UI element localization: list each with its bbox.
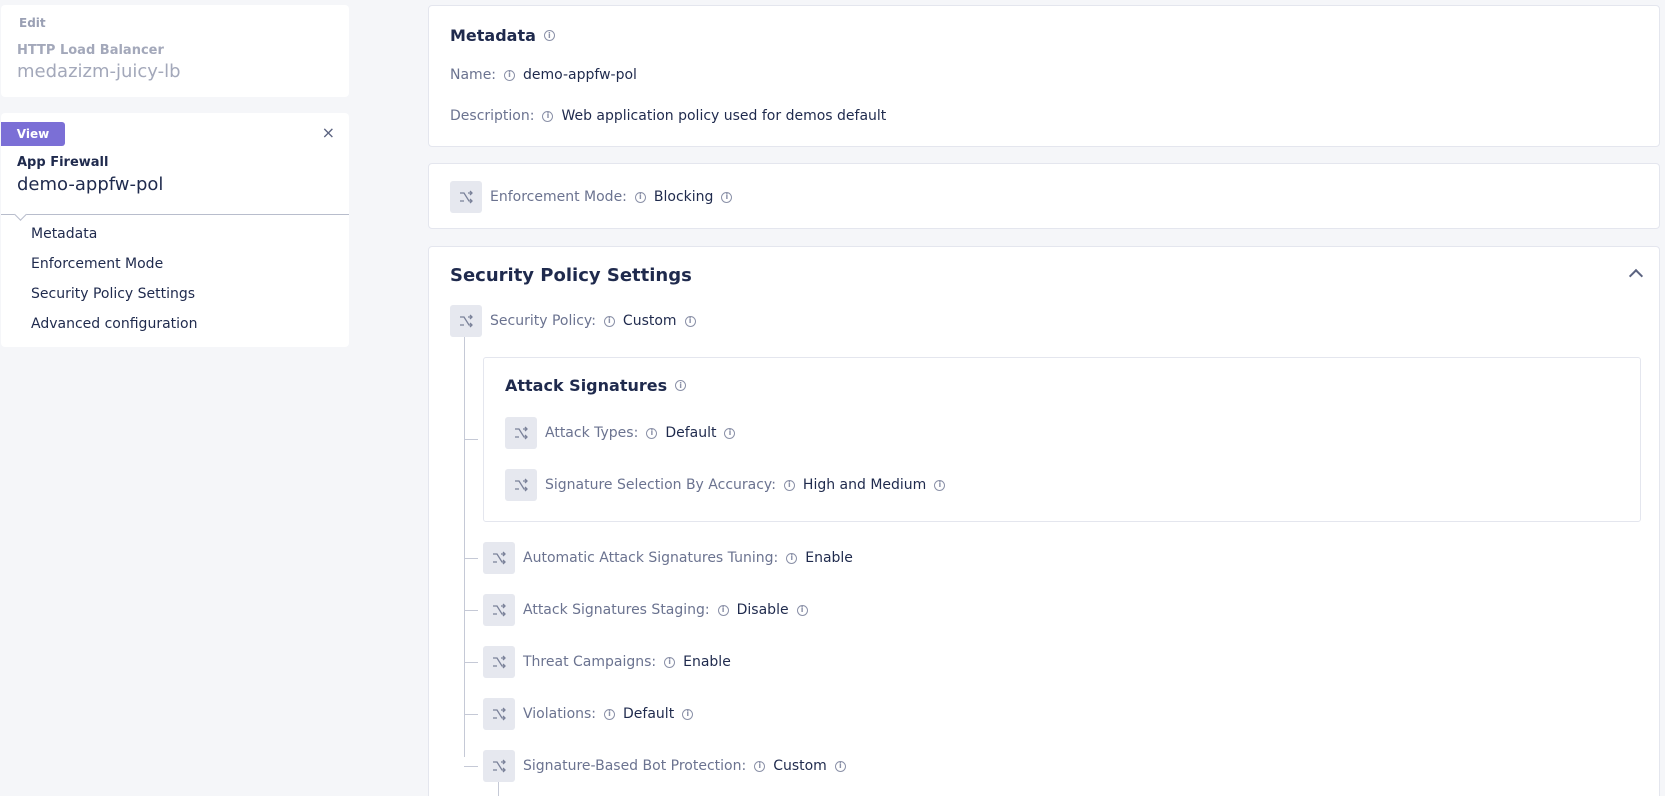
name-label: Name: bbox=[450, 67, 497, 83]
row-label: Threat Campaigns: bbox=[523, 654, 657, 670]
row-value: Enable bbox=[805, 550, 853, 566]
attack-types-value: Default bbox=[665, 425, 717, 441]
info-icon[interactable]: i bbox=[721, 191, 733, 203]
info-icon[interactable]: i bbox=[675, 380, 687, 391]
tree-connector bbox=[464, 610, 478, 611]
info-icon[interactable]: i bbox=[934, 479, 946, 491]
security-policy-label: Security Policy: bbox=[490, 313, 596, 329]
attack-signatures-title: Attack Signatures i bbox=[505, 376, 687, 395]
view-object-type: App Firewall bbox=[17, 155, 109, 170]
metadata-title-text: Metadata bbox=[450, 26, 536, 45]
row-value: Custom bbox=[773, 758, 827, 774]
signatures-staging-row: Attack Signatures Staging: i Disable i bbox=[483, 594, 808, 626]
info-icon[interactable]: i bbox=[543, 30, 555, 41]
nav-item-enforcement-mode[interactable]: Enforcement Mode bbox=[31, 256, 163, 272]
divider bbox=[1, 214, 349, 215]
attack-types-row: Attack Types: i Default i bbox=[505, 417, 736, 449]
branch-icon bbox=[450, 305, 482, 337]
violations-row: Violations: i Default i bbox=[483, 698, 694, 730]
enforcement-mode-section: Enforcement Mode: i Blocking i bbox=[428, 163, 1660, 229]
security-policy-settings-section: Security Policy Settings Security Policy… bbox=[428, 246, 1660, 796]
nav-item-security-policy-settings[interactable]: Security Policy Settings bbox=[31, 286, 195, 302]
attack-types-label: Attack Types: bbox=[545, 425, 639, 441]
edit-tag: Edit bbox=[19, 16, 46, 30]
close-icon[interactable]: × bbox=[322, 123, 335, 143]
edit-object-type: HTTP Load Balancer bbox=[17, 43, 164, 58]
branch-icon bbox=[483, 698, 515, 730]
info-icon[interactable]: i bbox=[717, 604, 729, 616]
enforcement-mode-label: Enforcement Mode: bbox=[490, 189, 627, 205]
view-object-name: demo-appfw-pol bbox=[17, 174, 164, 195]
tree-connector bbox=[464, 558, 478, 559]
info-icon[interactable]: i bbox=[682, 708, 694, 720]
signature-accuracy-row: Signature Selection By Accuracy: i High … bbox=[505, 469, 946, 501]
tree-connector bbox=[464, 662, 478, 663]
row-value: Default bbox=[623, 706, 675, 722]
tree-connector bbox=[464, 337, 465, 757]
row-label: Violations: bbox=[523, 706, 597, 722]
info-icon[interactable]: i bbox=[604, 708, 616, 720]
row-label: Attack Signatures Staging: bbox=[523, 602, 710, 618]
row-value: Enable bbox=[683, 654, 731, 670]
caret-indicator bbox=[14, 208, 27, 221]
info-icon[interactable]: i bbox=[646, 427, 658, 439]
branch-icon bbox=[483, 750, 515, 782]
view-context-card: View × App Firewall demo-appfw-pol Metad… bbox=[1, 113, 349, 347]
description-row: Description: i Web application policy us… bbox=[450, 108, 886, 124]
nav-item-advanced-configuration[interactable]: Advanced configuration bbox=[31, 316, 197, 332]
branch-icon bbox=[505, 417, 537, 449]
description-value: Web application policy used for demos de… bbox=[561, 108, 887, 124]
info-icon[interactable]: i bbox=[724, 427, 736, 439]
enforcement-mode-value: Blocking bbox=[653, 189, 714, 205]
row-value: Disable bbox=[736, 602, 789, 618]
security-policy-settings-title: Security Policy Settings bbox=[450, 265, 692, 286]
attack-signatures-title-text: Attack Signatures bbox=[505, 376, 668, 395]
metadata-title: Metadata i bbox=[450, 26, 555, 45]
branch-icon bbox=[505, 469, 537, 501]
name-value: demo-appfw-pol bbox=[523, 67, 637, 83]
info-icon[interactable]: i bbox=[664, 656, 676, 668]
branch-icon bbox=[483, 542, 515, 574]
signature-accuracy-label: Signature Selection By Accuracy: bbox=[545, 477, 776, 493]
bot-protection-row: Signature-Based Bot Protection: i Custom… bbox=[483, 750, 846, 782]
info-icon[interactable]: i bbox=[834, 760, 846, 772]
tree-connector bbox=[464, 439, 478, 440]
tree-connector bbox=[464, 766, 478, 767]
info-icon[interactable]: i bbox=[634, 191, 646, 203]
info-icon[interactable]: i bbox=[504, 69, 516, 81]
row-label: Signature-Based Bot Protection: bbox=[523, 758, 747, 774]
security-policy-value: Custom bbox=[622, 313, 677, 329]
chevron-up-icon[interactable] bbox=[1628, 268, 1644, 284]
row-label: Automatic Attack Signatures Tuning: bbox=[523, 550, 779, 566]
tree-connector bbox=[464, 714, 478, 715]
attack-signatures-box: Attack Signatures i Attack Types: i Defa… bbox=[483, 357, 1641, 522]
signature-accuracy-value: High and Medium bbox=[802, 477, 927, 493]
info-icon[interactable]: i bbox=[783, 479, 795, 491]
view-badge: View bbox=[1, 122, 65, 146]
info-icon[interactable]: i bbox=[603, 315, 615, 327]
tree-connector bbox=[498, 782, 499, 796]
description-label: Description: bbox=[450, 108, 535, 124]
edit-object-name: medazizm-juicy-lb bbox=[17, 61, 181, 82]
info-icon[interactable]: i bbox=[796, 604, 808, 616]
branch-icon bbox=[450, 181, 482, 213]
branch-icon bbox=[483, 594, 515, 626]
branch-icon bbox=[483, 646, 515, 678]
threat-campaigns-row: Threat Campaigns: i Enable bbox=[483, 646, 731, 678]
name-row: Name: i demo-appfw-pol bbox=[450, 67, 637, 83]
enforcement-mode-row: Enforcement Mode: i Blocking i bbox=[450, 181, 733, 213]
auto-signatures-tuning-row: Automatic Attack Signatures Tuning: i En… bbox=[483, 542, 853, 574]
info-icon[interactable]: i bbox=[786, 552, 798, 564]
info-icon[interactable]: i bbox=[684, 315, 696, 327]
security-policy-row: Security Policy: i Custom i bbox=[450, 305, 696, 337]
info-icon[interactable]: i bbox=[542, 110, 554, 122]
metadata-section: Metadata i Name: i demo-appfw-pol Descri… bbox=[428, 5, 1660, 147]
edit-context-card: Edit HTTP Load Balancer medazizm-juicy-l… bbox=[1, 5, 349, 97]
info-icon[interactable]: i bbox=[754, 760, 766, 772]
nav-item-metadata[interactable]: Metadata bbox=[31, 226, 97, 242]
